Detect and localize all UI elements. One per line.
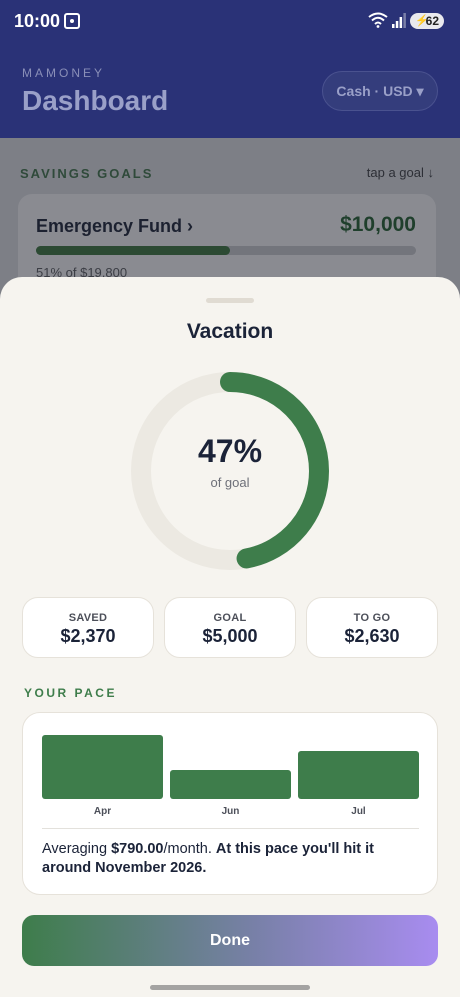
pace-month-label: Apr: [93, 806, 112, 817]
status-bar: 10:00 ⚡ 62: [0, 0, 460, 44]
status-time: 10:00: [14, 11, 61, 31]
goal-progress-fill: [36, 246, 230, 255]
pace-month-label: Jun: [221, 806, 240, 817]
stat-to-go: TO GO $2,630: [306, 597, 438, 658]
home-indicator: [150, 985, 310, 990]
savings-goals-heading: SAVINGS GOALS: [20, 166, 154, 181]
stat-saved: SAVED $2,370: [22, 597, 154, 658]
done-button[interactable]: Done: [22, 915, 438, 966]
progress-caption: of goal: [210, 475, 250, 490]
wifi-icon: [368, 12, 388, 28]
stat-label: SAVED: [68, 612, 108, 624]
pace-month-label: Jul: [351, 806, 366, 817]
progress-ring: [131, 372, 329, 570]
cell-signal-icon: [392, 13, 406, 28]
progress-percent: 47%: [197, 433, 263, 469]
pace-bar-apr: [42, 735, 163, 799]
screenshot-icon: [64, 13, 80, 29]
charging-icon: ⚡: [415, 15, 429, 27]
app-header: 10:00 ⚡ 62 MAMONEY Dashboard Cash · USD …: [0, 0, 460, 138]
goal-progress-track: [36, 246, 416, 255]
stat-value: $2,630: [344, 626, 400, 646]
app-brand: MAMONEY: [22, 66, 106, 80]
stat-value: $5,000: [202, 626, 258, 646]
pace-summary: Averaging $790.00/month. At this pace yo…: [42, 840, 422, 878]
pace-amount: $790.00: [111, 841, 164, 857]
pace-prefix: Averaging: [42, 841, 112, 857]
goal-detail-sheet: Vacation 47% of goal SAVED $2,370 GOAL $…: [0, 277, 460, 997]
page-title: Dashboard: [22, 85, 169, 116]
goal-amount: $10,000: [340, 213, 416, 236]
stat-goal: GOAL $5,000: [164, 597, 296, 658]
goal-name: Emergency Fund ›: [36, 216, 194, 236]
stat-label: TO GO: [353, 612, 391, 624]
tap-goal-hint: tap a goal ↓: [366, 165, 434, 180]
battery-indicator: ⚡ 62: [410, 13, 444, 29]
your-pace-heading: YOUR PACE: [24, 686, 117, 700]
currency-selector[interactable]: Cash · USD ▾: [322, 71, 438, 111]
sheet-title: Vacation: [186, 320, 274, 343]
pace-suffix: /month.: [163, 841, 216, 857]
pace-bar-jun: [170, 769, 291, 799]
pace-divider: [42, 828, 419, 829]
stat-value: $2,370: [60, 626, 116, 646]
pace-bar-jul: [298, 751, 419, 799]
pace-card: Apr Jun Jul Averaging $790.00/month. At …: [22, 712, 438, 895]
sheet-grabber[interactable]: [206, 298, 254, 303]
stat-label: GOAL: [213, 612, 247, 624]
